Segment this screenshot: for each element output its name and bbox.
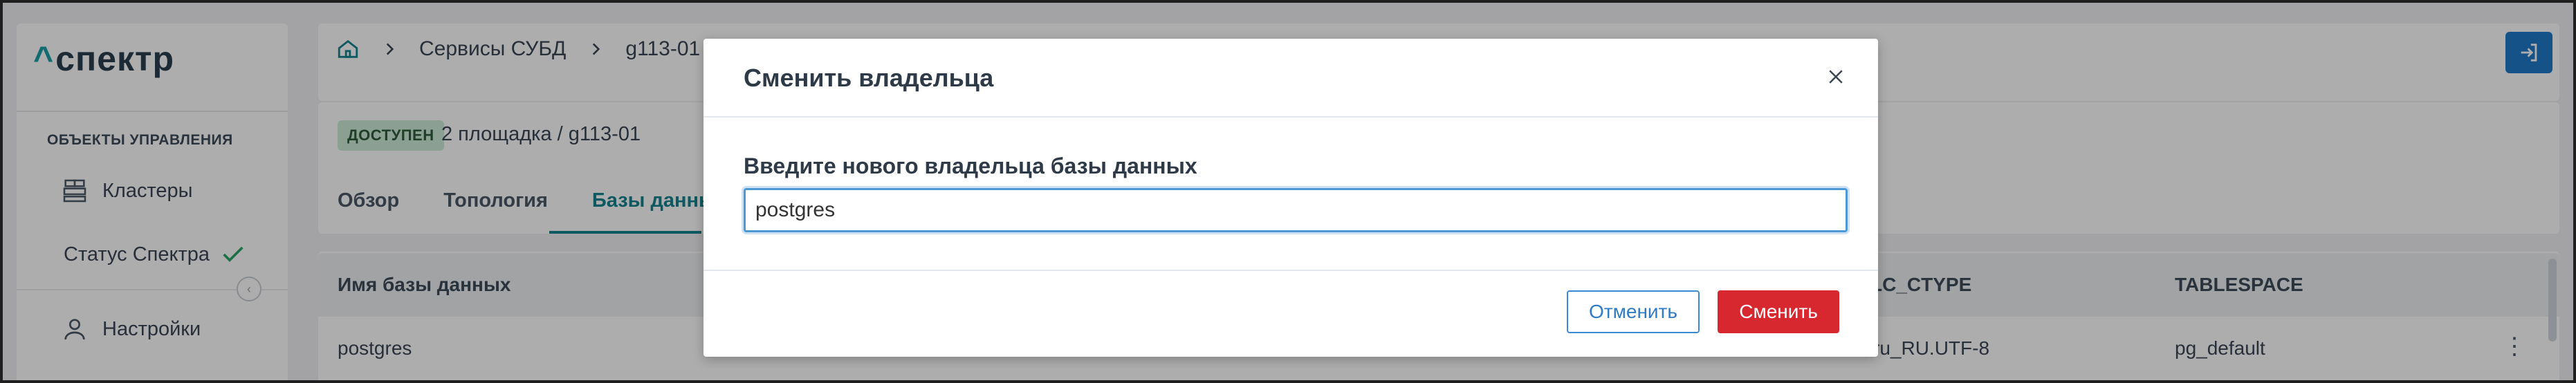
cancel-button[interactable]: Отменить: [1567, 290, 1700, 333]
owner-field-label: Введите нового владельца базы данных: [744, 153, 1197, 178]
modal-title: Сменить владельца: [744, 64, 994, 92]
owner-input[interactable]: [744, 188, 1848, 232]
modal-divider: [703, 270, 1878, 271]
change-owner-modal: Сменить владельца Введите нового владель…: [703, 39, 1878, 357]
submit-button[interactable]: Сменить: [1718, 290, 1839, 333]
app-window: ^спектр ОБЪЕКТЫ УПРАВЛЕНИЯ Кластеры Стат…: [0, 0, 2576, 383]
modal-divider: [703, 116, 1878, 118]
close-icon[interactable]: [1825, 66, 1846, 87]
